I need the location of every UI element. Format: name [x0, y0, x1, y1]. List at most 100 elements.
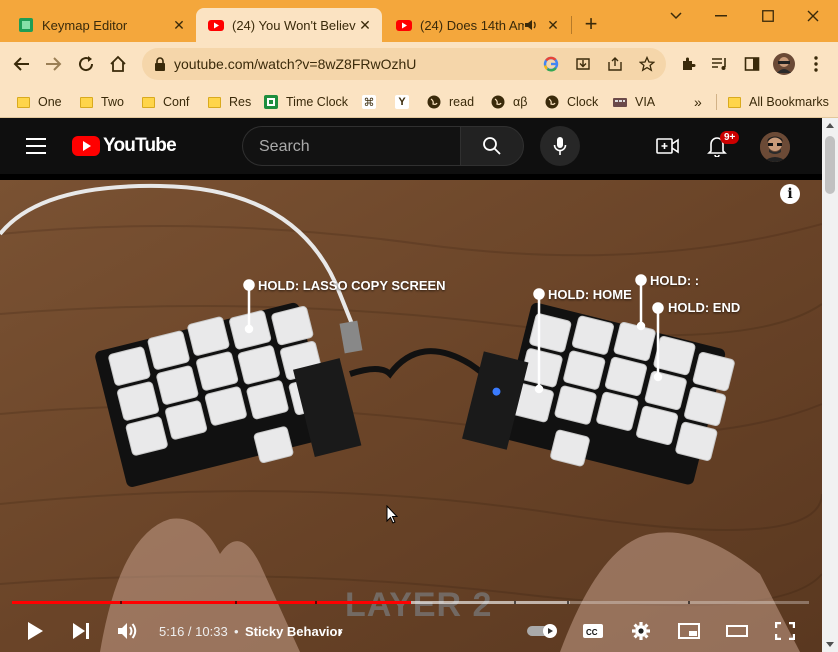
callout-end: HOLD: END — [668, 300, 741, 315]
maximize-button[interactable] — [748, 6, 788, 26]
close-icon[interactable]: ✕ — [356, 16, 374, 34]
home-button[interactable] — [106, 52, 130, 76]
chevron-right-icon[interactable]: › — [338, 623, 343, 639]
info-icon[interactable]: i — [780, 184, 800, 204]
extensions-icon[interactable] — [676, 52, 700, 76]
tab-youtube-active[interactable]: (24) You Won't Believe ✕ — [196, 8, 382, 42]
chapter-marker — [315, 601, 317, 604]
bookmark-label: Time Clock — [286, 95, 349, 109]
bookmark-time-clock[interactable]: Time Clock — [264, 92, 348, 112]
svg-text:CC: CC — [586, 628, 598, 637]
bookmark-two[interactable]: Two — [79, 92, 124, 112]
search-button[interactable] — [460, 126, 524, 166]
tab-title: (24) Does 14th Am — [420, 17, 524, 33]
scroll-down-arrow[interactable] — [826, 642, 834, 647]
bookmark-ycombinator[interactable]: Y — [395, 92, 417, 112]
bookmark-read[interactable]: read — [427, 92, 474, 112]
lock-icon[interactable] — [154, 57, 166, 71]
tab-title: Keymap Editor — [42, 17, 128, 33]
captions-button[interactable]: CC — [580, 618, 606, 644]
voice-search-button[interactable] — [540, 126, 580, 166]
browser-window: Keymap Editor ✕ (24) You Won't Believe ✕… — [0, 0, 838, 652]
progress-played — [12, 601, 411, 604]
chevron-down-icon[interactable] — [656, 6, 696, 26]
time-display: 5:16 / 10:33 — [159, 624, 228, 639]
profile-avatar[interactable] — [772, 52, 796, 76]
youtube-logo[interactable]: YouTube — [72, 135, 177, 157]
bookmark-alphabeta[interactable]: αβ — [491, 92, 527, 112]
progress-bar[interactable] — [12, 601, 809, 604]
folder-icon — [141, 95, 155, 109]
bookmark-command[interactable]: ⌘ — [362, 92, 384, 112]
search-icon — [483, 137, 501, 155]
next-button[interactable] — [68, 618, 94, 644]
address-bar[interactable]: youtube.com/watch?v=8wZ8FRwOzhU — [142, 48, 666, 80]
close-icon[interactable]: ✕ — [170, 16, 188, 34]
theater-mode-button[interactable] — [724, 618, 750, 644]
search-input[interactable]: Search — [242, 126, 461, 166]
next-icon — [73, 623, 89, 639]
bookmark-label: read — [449, 95, 475, 109]
video-player[interactable]: HOLD: LASSO COPY SCREEN HOLD: HOME HOLD:… — [0, 174, 822, 652]
kebab-menu-icon[interactable] — [804, 52, 828, 76]
youtube-icon — [396, 20, 412, 31]
hamburger-menu-icon[interactable] — [26, 138, 46, 154]
play-button[interactable] — [22, 618, 48, 644]
media-control-icon[interactable] — [708, 52, 732, 76]
back-button[interactable] — [9, 52, 33, 76]
speaker-icon[interactable] — [524, 18, 538, 32]
bookmark-via[interactable]: VIA — [613, 92, 655, 112]
youtube-header: YouTube Search 9+ — [0, 118, 822, 174]
bookmark-one[interactable]: One — [16, 92, 62, 112]
play-icon — [28, 622, 43, 640]
side-panel-icon[interactable] — [740, 52, 764, 76]
chapter-marker — [235, 601, 237, 604]
volume-icon — [118, 623, 137, 639]
chapter-title[interactable]: Sticky Behavior — [245, 624, 343, 639]
scroll-up-arrow[interactable] — [826, 123, 834, 128]
close-icon[interactable]: ✕ — [544, 16, 562, 34]
create-video-icon[interactable] — [656, 134, 680, 158]
bookmarks-overflow-button[interactable]: » — [694, 92, 702, 112]
bookmark-clock[interactable]: Clock — [545, 92, 598, 112]
install-icon[interactable] — [574, 55, 592, 73]
new-tab-button[interactable]: + — [580, 13, 602, 36]
scroll-thumb[interactable] — [825, 136, 835, 194]
gear-icon — [632, 622, 650, 640]
bookmarks-bar: One Two Conf Res Time Clock ⌘ Y read αβ … — [0, 86, 838, 118]
globe-icon — [545, 95, 559, 109]
chapter-separator: • — [234, 624, 239, 639]
bookmark-star-icon[interactable] — [638, 55, 656, 73]
green-square-icon — [19, 18, 33, 32]
miniplayer-icon — [678, 623, 700, 639]
page-scrollbar[interactable] — [822, 118, 838, 652]
all-bookmarks[interactable]: All Bookmarks — [716, 92, 829, 112]
notification-badge: 9+ — [720, 131, 740, 144]
share-icon[interactable] — [606, 55, 624, 73]
fullscreen-icon — [775, 622, 795, 640]
tab-separator — [571, 16, 572, 34]
miniplayer-button[interactable] — [676, 618, 702, 644]
video-frame — [0, 174, 822, 652]
window-close-button[interactable] — [793, 6, 833, 26]
google-icon[interactable] — [542, 55, 560, 73]
reload-button[interactable] — [74, 52, 98, 76]
autoplay-toggle[interactable] — [526, 618, 560, 644]
bookmark-label: VIA — [635, 95, 656, 109]
folder-icon — [79, 95, 93, 109]
bookmark-res[interactable]: Res — [207, 92, 251, 112]
forward-button[interactable] — [42, 52, 66, 76]
url-text[interactable]: youtube.com/watch?v=8wZ8FRwOzhU — [174, 56, 416, 72]
search-placeholder: Search — [259, 138, 310, 155]
bookmark-conf[interactable]: Conf — [141, 92, 189, 112]
avatar[interactable] — [760, 132, 790, 162]
callout-lasso: HOLD: LASSO COPY SCREEN — [258, 278, 446, 293]
settings-button[interactable] — [628, 618, 654, 644]
bookmark-label: αβ — [513, 95, 528, 109]
tab-keymap-editor[interactable]: Keymap Editor ✕ — [6, 8, 196, 42]
volume-button[interactable] — [115, 618, 141, 644]
fullscreen-button[interactable] — [772, 618, 798, 644]
minimize-button[interactable] — [701, 6, 741, 26]
tab-youtube-2[interactable]: (24) Does 14th Am ✕ — [384, 8, 570, 42]
youtube-logo-text: YouTube — [103, 135, 177, 156]
